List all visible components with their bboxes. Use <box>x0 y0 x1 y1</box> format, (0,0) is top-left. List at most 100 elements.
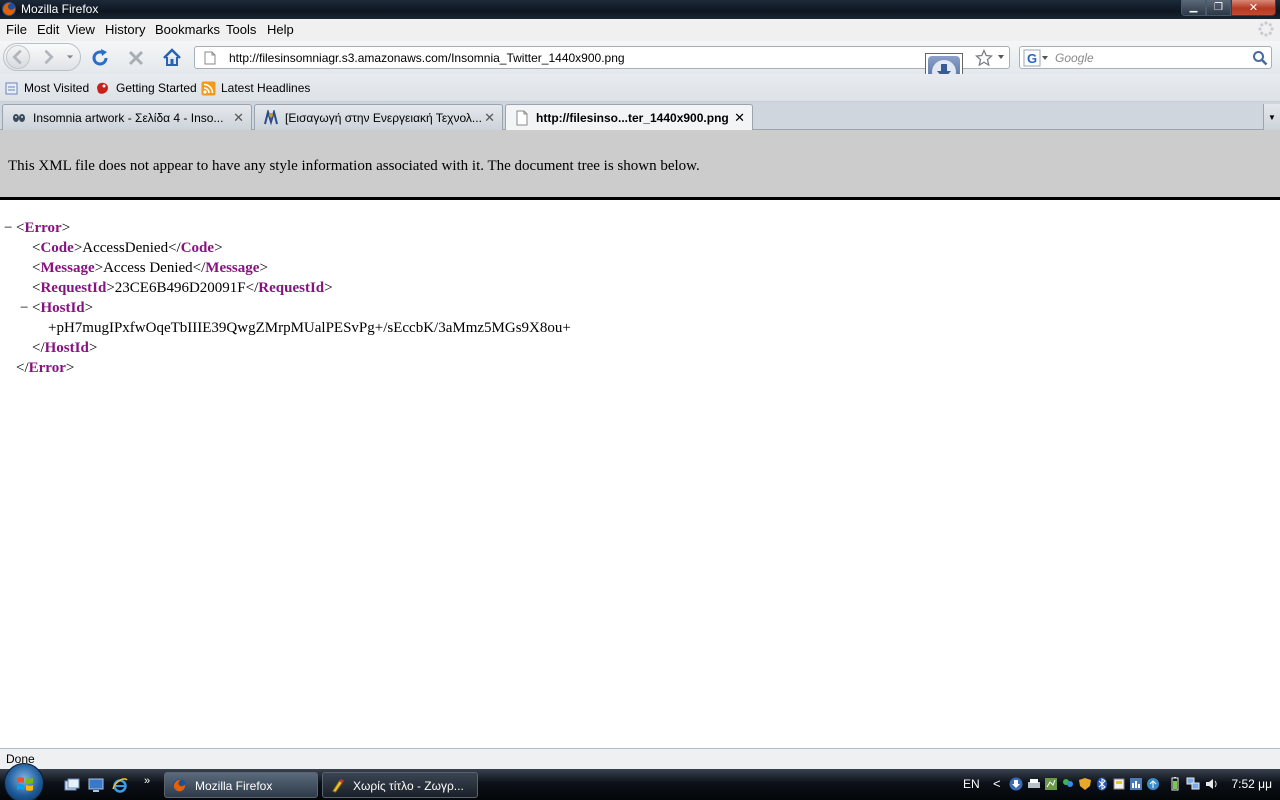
start-button[interactable] <box>4 763 44 800</box>
xml-tag-name: HostId <box>40 300 85 316</box>
collapse-hostid-toggle[interactable]: − <box>20 300 28 317</box>
search-placeholder[interactable]: Google <box>1055 51 1094 65</box>
show-desktop-icon[interactable] <box>88 777 104 793</box>
chevron-down-icon: ▼ <box>1268 112 1276 122</box>
xml-tag-name: Message <box>40 260 95 276</box>
status-bar: Done <box>0 748 1280 769</box>
menu-tools[interactable]: Tools <box>226 22 256 37</box>
firefox-icon <box>172 778 187 793</box>
bookmark-star-icon[interactable] <box>975 49 993 67</box>
network-icon[interactable] <box>1186 777 1200 791</box>
search-bar[interactable]: G Google <box>1019 46 1272 69</box>
messenger-tray-icon[interactable] <box>1061 777 1075 791</box>
bookmark-latest-headlines[interactable]: Latest Headlines <box>221 81 310 95</box>
rss-feed-icon <box>201 81 216 96</box>
close-icon: ✕ <box>1248 2 1259 14</box>
volume-icon[interactable] <box>1205 777 1219 791</box>
xml-tag-name: Message <box>205 260 260 276</box>
search-engine-selector[interactable]: G <box>1023 49 1049 67</box>
restore-icon: ❐ <box>1214 2 1223 13</box>
task-label: Mozilla Firefox <box>195 779 273 793</box>
xml-requestid-value: 23CE6B496D20091F <box>114 280 246 296</box>
antivirus-tray-icon[interactable] <box>1078 777 1092 791</box>
system-monitor-tray-icon[interactable] <box>1129 777 1143 791</box>
collapse-error-toggle[interactable]: − <box>4 220 12 237</box>
windows-logo-icon <box>17 777 33 791</box>
menu-bar: File Edit View History Bookmarks Tools H… <box>0 19 1280 41</box>
xml-tag-name: Error <box>24 220 62 236</box>
minimize-button[interactable]: ▁ <box>1181 0 1206 16</box>
xml-hostid-close: </HostId> <box>32 340 98 356</box>
xml-hostid-open: <HostId> <box>32 300 94 316</box>
bookmark-most-visited[interactable]: Most Visited <box>24 81 89 95</box>
xml-hostid-value: +pH7mugIPxfwOqeTbIIIE39QwgZMrpMUalPESvPg… <box>48 320 571 336</box>
bookmarks-toolbar: Most Visited Getting Started Latest Head… <box>0 74 1280 102</box>
tab-label: http://filesinso...ter_1440x900.png <box>536 111 729 125</box>
menu-history[interactable]: History <box>105 22 145 37</box>
menu-bookmarks[interactable]: Bookmarks <box>155 22 220 37</box>
tab-insomnia-artwork[interactable]: Insomnia artwork - Σελίδα 4 - Inso... ✕ <box>2 104 252 130</box>
tab-close-icon[interactable]: ✕ <box>233 110 244 126</box>
eyes-favicon-icon <box>13 114 25 122</box>
close-window-button[interactable]: ✕ <box>1231 0 1276 16</box>
tab-close-icon[interactable]: ✕ <box>734 110 745 126</box>
navigation-toolbar: http://filesinsomniagr.s3.amazonaws.com/… <box>0 41 1280 91</box>
all-tabs-button[interactable]: ▼ <box>1263 104 1280 130</box>
forward-button[interactable] <box>40 48 58 66</box>
url-dropdown-icon[interactable] <box>996 52 1006 62</box>
xml-tag-name: Code <box>40 240 74 256</box>
network-monitor-tray-icon[interactable] <box>1044 777 1058 791</box>
internet-explorer-icon[interactable] <box>112 777 128 793</box>
svg-text:G: G <box>1027 51 1037 66</box>
reload-icon[interactable] <box>89 47 111 69</box>
quick-launch-more-icon[interactable]: » <box>144 775 150 787</box>
tab-bar: Insomnia artwork - Σελίδα 4 - Inso... ✕ … <box>0 102 1280 131</box>
minimize-icon: ▁ <box>1189 2 1198 13</box>
xml-info-message: This XML file does not appear to have an… <box>8 158 700 174</box>
update-tray-icon[interactable] <box>1146 777 1160 791</box>
task-label: Χωρίς τίτλο - Ζωγρ... <box>353 779 464 793</box>
google-icon: G <box>1023 49 1048 67</box>
maximize-button[interactable]: ❐ <box>1206 0 1231 16</box>
switch-windows-icon[interactable] <box>64 777 80 793</box>
menu-file[interactable]: File <box>6 22 27 37</box>
xml-code-value: AccessDenied <box>82 240 169 256</box>
back-button[interactable] <box>6 45 30 69</box>
battery-icon[interactable] <box>1168 777 1182 791</box>
tab-energy-technology[interactable]: [Εισαγωγή στην Ενεργειακή Τεχνολ... ✕ <box>254 104 503 130</box>
getting-started-icon <box>97 82 108 94</box>
bookmark-getting-started[interactable]: Getting Started <box>116 81 197 95</box>
xml-error-close: </Error> <box>16 360 75 376</box>
tab-close-icon[interactable]: ✕ <box>484 110 495 126</box>
search-icon[interactable] <box>1252 50 1268 66</box>
xml-document-tree: − <Error> <Code>AccessDenied</Code> <Mes… <box>0 200 1280 748</box>
xml-tag-name: RequestId <box>40 280 107 296</box>
card-reader-tray-icon[interactable] <box>1112 777 1126 791</box>
task-paint[interactable]: Χωρίς τίτλο - Ζωγρ... <box>322 772 478 798</box>
download-manager-tray-icon[interactable] <box>1009 777 1023 791</box>
page-icon <box>204 51 216 65</box>
menu-view[interactable]: View <box>67 22 95 37</box>
url-text[interactable]: http://filesinsomniagr.s3.amazonaws.com/… <box>229 51 625 65</box>
page-icon <box>516 110 528 126</box>
printer-tray-icon[interactable] <box>1027 777 1041 791</box>
window-title-bar[interactable]: Mozilla Firefox ▁ ❐ ✕ <box>0 0 1280 19</box>
clock[interactable]: 7:52 μμ <box>1231 777 1272 791</box>
xml-code-element: <Code>AccessDenied</Code> <box>32 240 223 256</box>
menu-edit[interactable]: Edit <box>37 22 59 37</box>
url-bar[interactable]: http://filesinsomniagr.s3.amazonaws.com/… <box>194 46 1010 69</box>
history-dropdown-icon[interactable] <box>66 53 74 61</box>
xml-info-banner: This XML file does not appear to have an… <box>0 130 1280 200</box>
tab-label: [Εισαγωγή στην Ενεργειακή Τεχνολ... <box>285 111 481 125</box>
language-indicator[interactable]: EN <box>963 777 980 791</box>
tab-amazonaws-png[interactable]: http://filesinso...ter_1440x900.png ✕ <box>505 104 753 131</box>
task-mozilla-firefox[interactable]: Mozilla Firefox <box>164 772 318 798</box>
xml-error-open: <Error> <box>16 220 71 236</box>
stop-icon[interactable] <box>125 47 147 69</box>
menu-help[interactable]: Help <box>267 22 294 37</box>
home-icon[interactable] <box>161 47 183 69</box>
show-hidden-icons-button[interactable]: < <box>993 776 1001 791</box>
back-arrow-icon <box>12 49 22 65</box>
bluetooth-tray-icon[interactable] <box>1095 777 1109 791</box>
xml-tag-name: HostId <box>44 340 89 356</box>
